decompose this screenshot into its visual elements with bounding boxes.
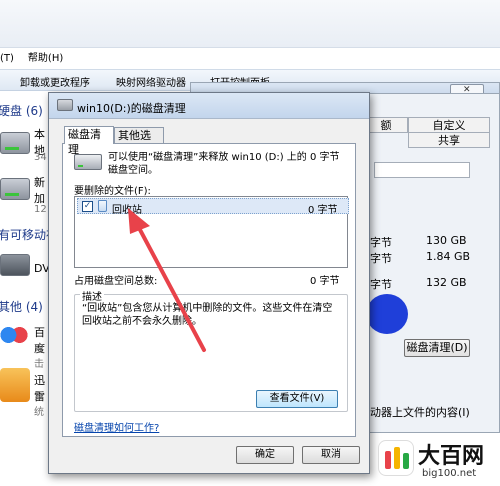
intro-text: 可以使用“磁盘清理”来释放 win10 (D:) 上的 0 字节 磁盘空间。: [108, 152, 340, 176]
tab-disk-cleanup[interactable]: 磁盘清理: [64, 126, 114, 156]
group-header-other[interactable]: 其他 (4): [0, 298, 43, 315]
menu-item-tools[interactable]: (T): [0, 50, 14, 68]
folder-icon: [0, 368, 30, 402]
tab-sharing[interactable]: 共享: [408, 132, 490, 148]
tab-quota[interactable]: 额: [364, 117, 408, 133]
cancel-button[interactable]: 取消: [302, 446, 360, 464]
label-input[interactable]: [374, 162, 470, 178]
drive-label: 新加: [34, 176, 45, 205]
disk-usage-pie: [366, 294, 408, 334]
dialog-titlebar: win10(D:)的磁盘清理: [49, 93, 369, 119]
free-bytes-suffix: 字节: [370, 252, 392, 265]
baidu-cloud-icon: [0, 324, 28, 346]
watermark-site: big100.net: [422, 468, 477, 479]
watermark-logo: [378, 440, 414, 476]
group-header-hdd[interactable]: 硬盘 (6): [0, 102, 43, 119]
file-category-size: 0 字节: [308, 205, 338, 216]
hard-drive-icon: [0, 132, 30, 154]
tab-more-options[interactable]: 其他选项: [114, 127, 164, 157]
drive-size: 34: [34, 152, 47, 163]
free-space-value: 1.84 GB: [426, 250, 471, 263]
explorer-top-strip: [0, 0, 500, 48]
files-to-delete-label: 要删除的文件(F):: [74, 186, 151, 197]
space-total-label: 占用磁盘空间总数:: [74, 276, 158, 287]
checkbox[interactable]: ✓: [82, 201, 93, 212]
tab-customize[interactable]: 自定义: [408, 117, 490, 133]
help-link[interactable]: 磁盘清理如何工作?: [74, 419, 159, 434]
item-sub: 系统: [34, 392, 44, 418]
watermark: 大百网 big100.net: [378, 438, 500, 486]
map-network-drive-button[interactable]: 映射网络驱动器: [116, 74, 186, 89]
drive-size: 12: [34, 204, 47, 215]
ok-button[interactable]: 确定: [236, 446, 294, 464]
menu-item-help[interactable]: 帮助(H): [28, 50, 63, 68]
index-contents-label[interactable]: 动器上文件的内容(I): [370, 404, 470, 420]
list-item[interactable]: ✓ 回收站 0 字节: [77, 198, 349, 216]
recycle-bin-icon: [98, 200, 107, 212]
disk-cleanup-icon: [57, 99, 73, 111]
disk-cleanup-button[interactable]: 磁盘清理(D): [404, 339, 470, 357]
space-total-value: 0 字节: [310, 276, 340, 287]
dialog-title: win10(D:)的磁盘清理: [77, 102, 186, 115]
description-text: “回收站”包含您从计算机中删除的文件。这些文件在清空回收站之前不会永久删除。: [82, 303, 333, 327]
file-category-name: 回收站: [112, 205, 142, 216]
capacity-bytes-suffix: 字节: [370, 278, 392, 291]
used-bytes-suffix: 字节: [370, 236, 392, 249]
hard-drive-icon: [0, 178, 30, 200]
used-space-value: 130 GB: [426, 234, 467, 247]
menu-bar: (T) 帮助(H): [0, 50, 63, 68]
capacity-value: 132 GB: [426, 276, 467, 289]
watermark-title: 大百网: [418, 444, 485, 469]
dvd-icon: [0, 254, 30, 276]
item-sub: 双击: [34, 344, 44, 370]
uninstall-program-button[interactable]: 卸载或更改程序: [20, 74, 90, 89]
files-list[interactable]: ✓ 回收站 0 字节: [74, 196, 349, 268]
description-title: 描述: [80, 288, 104, 303]
view-files-button[interactable]: 查看文件(V): [256, 390, 338, 408]
